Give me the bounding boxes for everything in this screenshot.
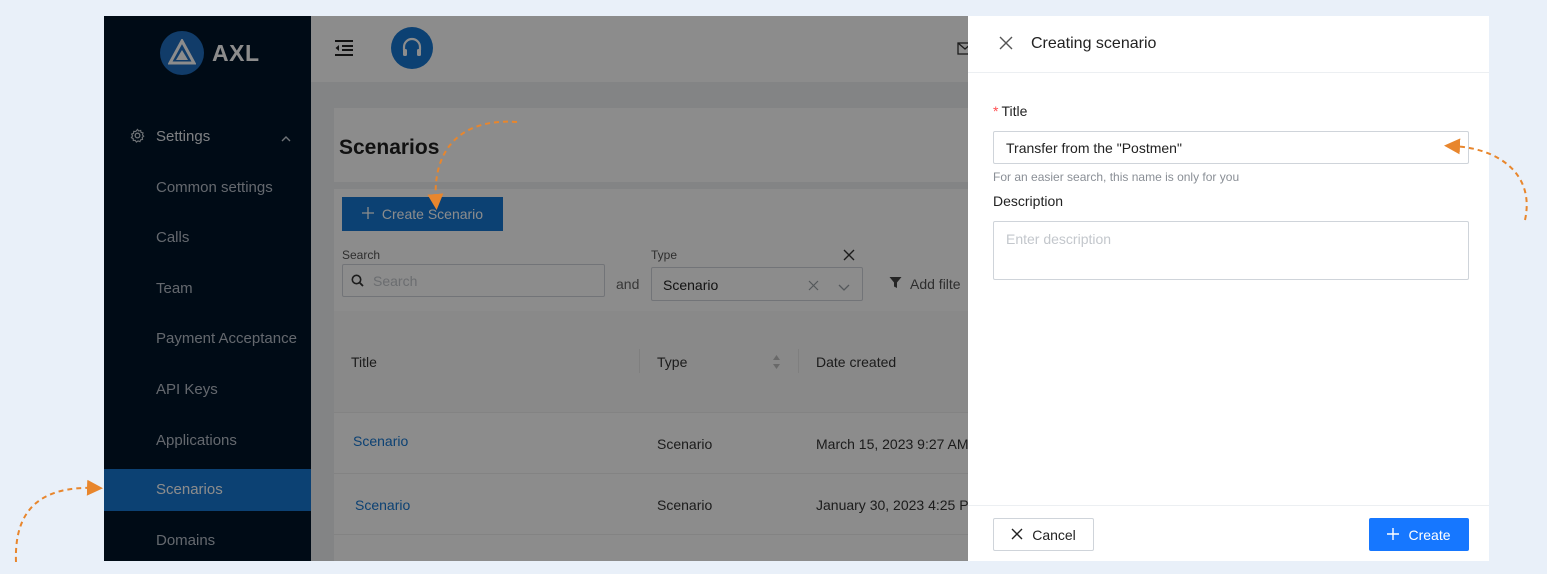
create-label: Create (1408, 526, 1451, 543)
drawer-header: Creating scenario (968, 16, 1489, 73)
description-field-label: Description (993, 193, 1064, 209)
app-window: AXL Settings Common settings Calls Team … (104, 16, 1489, 561)
drawer-footer: Cancel Create (968, 505, 1489, 561)
plus-icon (1387, 527, 1400, 543)
close-icon[interactable] (999, 36, 1013, 55)
required-mark: * (993, 103, 999, 119)
drawer-title: Creating scenario (1031, 35, 1157, 52)
close-icon (1011, 527, 1023, 543)
title-hint: For an easier search, this name is only … (993, 170, 1240, 184)
annotation-arrow (14, 479, 103, 563)
drawer-mask[interactable] (104, 16, 968, 561)
create-scenario-drawer: Creating scenario *Title For an easier s… (968, 16, 1489, 561)
title-field-label: * Title (993, 103, 1027, 119)
description-textarea[interactable] (993, 221, 1469, 280)
title-input[interactable] (993, 131, 1469, 164)
cancel-label: Cancel (1032, 526, 1076, 543)
create-button[interactable]: Create (1369, 518, 1469, 551)
cancel-button[interactable]: Cancel (993, 518, 1094, 551)
title-label-text: Title (1001, 103, 1028, 119)
